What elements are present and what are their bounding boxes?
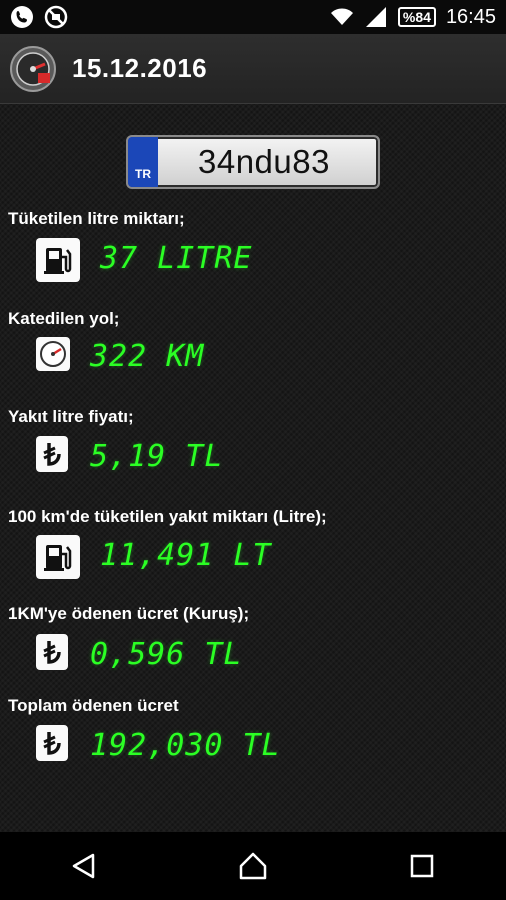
- navigation-bar: [0, 832, 506, 900]
- blocked-icon: [44, 5, 68, 29]
- wifi-icon: [330, 8, 353, 25]
- signal-icon: [365, 7, 386, 27]
- license-plate[interactable]: TR 34ndu83: [126, 135, 380, 189]
- distance-value: 322 KM: [90, 339, 205, 374]
- recents-icon: [410, 854, 433, 878]
- fuel-pump-icon: [36, 238, 80, 282]
- fuel-price-label: Yakıt litre fiyatı;: [8, 407, 134, 426]
- total-cost-value: 192,030 TL: [90, 728, 281, 763]
- speedometer-icon: [36, 337, 70, 371]
- consumption-per-100km-value: 11,491 LT: [100, 538, 272, 573]
- battery-indicator: %84: [397, 7, 436, 27]
- lira-icon: [36, 634, 68, 670]
- fuel-consumed-label: Tüketilen litre miktarı;: [8, 209, 185, 228]
- recents-button[interactable]: [402, 846, 442, 886]
- lira-icon: [36, 436, 68, 472]
- consumption-per-100km-label: 100 km'de tüketilen yakıt miktarı (Litre…: [8, 507, 327, 526]
- status-bar: %84 16:45: [0, 0, 506, 34]
- cost-per-km-label: 1KM'ye ödenen ücret (Kuruş);: [8, 604, 250, 623]
- lira-icon: [36, 725, 68, 761]
- status-bar-right: %84 16:45: [330, 5, 496, 29]
- total-cost-label: Toplam ödenen ücret: [8, 696, 179, 715]
- status-bar-left: [10, 5, 68, 29]
- home-button[interactable]: [233, 846, 273, 886]
- back-button[interactable]: [64, 846, 104, 886]
- cost-per-km-value: 0,596 TL: [90, 637, 243, 672]
- plate-country-code: TR: [128, 137, 158, 187]
- distance-label: Katedilen yol;: [8, 309, 120, 328]
- fuel-pump-icon: [36, 535, 80, 579]
- content-area: TR 34ndu83 Tüketilen litre miktarı; 37 L…: [0, 104, 506, 832]
- call-icon: [11, 6, 33, 28]
- back-icon: [73, 853, 95, 879]
- fuel-price-value: 5,19 TL: [90, 439, 224, 474]
- home-icon: [239, 852, 267, 880]
- fuel-consumed-value: 37 LITRE: [100, 241, 253, 276]
- plate-number: 34ndu83: [198, 143, 330, 180]
- page-title: 15.12.2016: [72, 53, 208, 83]
- speedometer-logo-icon[interactable]: [10, 45, 56, 92]
- clock: 16:45: [445, 5, 496, 28]
- app-bar: 15.12.2016: [0, 34, 506, 104]
